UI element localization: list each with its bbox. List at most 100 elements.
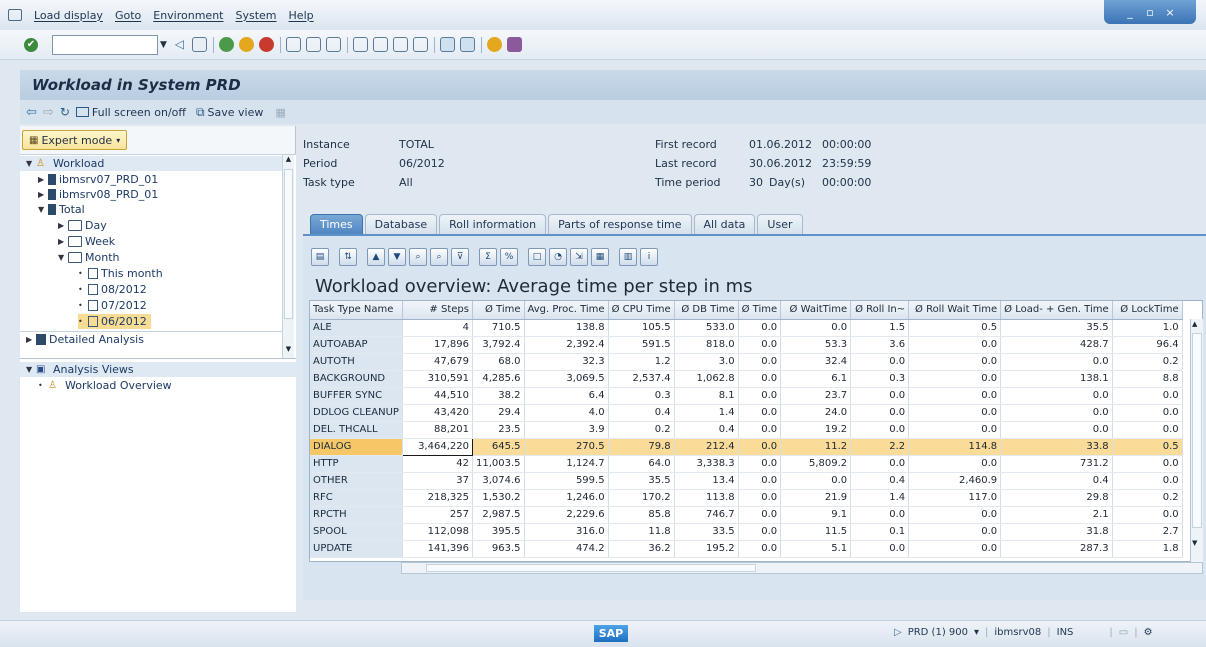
details-icon[interactable]: ▤ — [311, 248, 329, 266]
sort-ascending-icon[interactable]: ▲ — [367, 248, 385, 266]
value-cell[interactable]: 53.3 — [780, 336, 852, 354]
status-expand-icon[interactable]: ▷ — [894, 627, 902, 638]
value-cell[interactable]: 85.8 — [608, 506, 675, 524]
value-cell[interactable]: 310,591 — [402, 370, 473, 388]
value-cell[interactable]: 88,201 — [402, 421, 473, 439]
value-cell[interactable]: 11.8 — [608, 523, 675, 541]
value-cell[interactable]: 11,003.5 — [472, 455, 525, 473]
collapse-icon[interactable]: ▼ — [26, 159, 36, 168]
value-cell[interactable]: 0.4 — [674, 421, 739, 439]
tab-database[interactable]: Database — [364, 214, 438, 234]
tab-user[interactable]: User — [757, 214, 803, 234]
value-cell[interactable]: 395.5 — [472, 523, 525, 541]
value-cell[interactable]: 0.0 — [738, 455, 782, 473]
table-row[interactable]: ALE 4 710.5 138.8 105.5 533.0 0.0 0.0 1.5 0.5 35.5… — [310, 319, 1183, 337]
scroll-thumb[interactable] — [426, 564, 756, 572]
value-cell[interactable]: 4.0 — [524, 404, 609, 422]
save-icon[interactable] — [191, 37, 207, 52]
back-icon[interactable] — [218, 37, 234, 52]
value-cell[interactable]: 0.0 — [850, 506, 910, 524]
value-cell[interactable]: 141,396 — [402, 540, 473, 558]
value-cell[interactable]: 0.0 — [738, 404, 782, 422]
value-cell[interactable]: 0.2 — [1112, 489, 1183, 507]
shortcut-icon[interactable] — [459, 37, 475, 52]
expand-icon[interactable]: ▶ — [38, 190, 48, 199]
sort-descending-icon[interactable]: ▼ — [388, 248, 406, 266]
find-next-icon[interactable]: ⌕ — [430, 248, 448, 266]
tree-node-total[interactable]: ▼ Total — [38, 202, 85, 217]
value-cell[interactable]: 35.5 — [608, 472, 675, 490]
value-cell[interactable]: 4,285.6 — [472, 370, 525, 388]
value-cell[interactable]: 23.5 — [472, 421, 525, 439]
value-cell[interactable]: 963.5 — [472, 540, 525, 558]
value-cell[interactable]: 0.0 — [738, 421, 782, 439]
tree-node-07-2012[interactable]: • 07/2012 — [78, 298, 147, 313]
value-cell[interactable]: 0.0 — [738, 336, 782, 354]
value-cell[interactable]: 0.0 — [908, 421, 1002, 439]
arrow-left-icon[interactable]: ⇦ — [26, 105, 37, 120]
value-cell[interactable]: 3.6 — [850, 336, 910, 354]
value-cell[interactable]: 0.5 — [1112, 438, 1183, 456]
tree-node-workload-overview[interactable]: • ♙ Workload Overview — [38, 378, 172, 393]
tree-node-day[interactable]: ▶ Day — [58, 218, 107, 233]
table-row[interactable]: RPCTH 257 2,987.5 2,229.6 85.8 746.7 0.0 9.1 0.0… — [310, 506, 1183, 524]
value-cell[interactable]: 2,229.6 — [524, 506, 609, 524]
value-cell[interactable]: 0.0 — [908, 404, 1002, 422]
value-cell[interactable]: 32.3 — [524, 353, 609, 371]
table-row[interactable]: AUTOABAP 17,896 3,792.4 2,392.4 591.5 818.0 0.… — [310, 336, 1183, 354]
value-cell[interactable]: 0.0 — [908, 540, 1002, 558]
value-cell[interactable]: 0.0 — [1000, 387, 1113, 405]
tree-node-detailed-analysis[interactable]: ▶ Detailed Analysis — [20, 331, 282, 346]
tab-parts-of-response-time[interactable]: Parts of response time — [548, 214, 692, 234]
value-cell[interactable]: 3,069.5 — [524, 370, 609, 388]
value-cell[interactable]: 138.1 — [1000, 370, 1113, 388]
column-header[interactable]: Ø CPU Time — [608, 301, 675, 320]
value-cell[interactable]: 170.2 — [608, 489, 675, 507]
value-cell[interactable]: 0.0 — [908, 370, 1002, 388]
save-view-button[interactable]: ⧉ Save view — [196, 105, 263, 120]
command-field[interactable] — [52, 34, 158, 55]
find-next-icon[interactable] — [325, 37, 341, 52]
table-row[interactable]: OTHER 37 3,074.6 599.5 35.5 13.4 0.0 0.0 0.4 2,46… — [310, 472, 1183, 490]
value-cell[interactable]: 68.0 — [472, 353, 525, 371]
enter-icon[interactable]: ✔ — [24, 37, 38, 52]
menu-help[interactable]: Help — [289, 9, 314, 22]
task-type-cell[interactable]: RFC — [310, 489, 403, 507]
value-cell[interactable]: 0.0 — [1000, 353, 1113, 371]
value-cell[interactable]: 2.1 — [1000, 506, 1113, 524]
task-type-cell[interactable]: AUTOABAP — [310, 336, 403, 354]
value-cell[interactable]: 0.0 — [738, 506, 782, 524]
value-cell[interactable]: 37 — [402, 472, 473, 490]
task-type-cell[interactable]: RPCTH — [310, 506, 403, 524]
column-header[interactable]: Ø LockTime — [1112, 301, 1183, 320]
previous-page-icon[interactable] — [372, 37, 388, 52]
next-page-icon[interactable] — [392, 37, 408, 52]
collapse-icon[interactable]: ▼ — [58, 253, 68, 262]
value-cell[interactable]: 0.0 — [780, 472, 852, 490]
value-cell[interactable]: 5,809.2 — [780, 455, 852, 473]
value-cell[interactable]: 218,325 — [402, 489, 473, 507]
scroll-thumb[interactable] — [284, 169, 293, 319]
column-header[interactable]: # Steps — [402, 301, 473, 320]
tab-roll-information[interactable]: Roll information — [439, 214, 547, 234]
total-icon[interactable]: Σ — [479, 248, 497, 266]
task-type-cell[interactable]: UPDATE — [310, 540, 403, 558]
menu-load-display[interactable]: Load display — [34, 9, 103, 22]
collapse-icon[interactable]: ▼ — [26, 365, 36, 374]
value-cell[interactable]: 0.4 — [1000, 472, 1113, 490]
value-cell[interactable]: 8.1 — [674, 387, 739, 405]
refresh-button[interactable]: ↻ — [60, 105, 70, 119]
value-cell[interactable]: 17,896 — [402, 336, 473, 354]
value-cell[interactable]: 0.0 — [738, 489, 782, 507]
value-cell[interactable]: 731.2 — [1000, 455, 1113, 473]
value-cell[interactable]: 1.5 — [850, 319, 910, 337]
value-cell[interactable]: 3,074.6 — [472, 472, 525, 490]
information-icon[interactable]: i — [640, 248, 658, 266]
value-cell[interactable]: 43,420 — [402, 404, 473, 422]
scroll-up-icon[interactable]: ▲ — [283, 155, 294, 167]
command-dropdown-icon[interactable]: ▼ — [160, 40, 167, 50]
value-cell[interactable]: 6.4 — [524, 387, 609, 405]
tree-node-ibmsrv07[interactable]: ▶ ibmsrv07_PRD_01 — [38, 172, 158, 187]
value-cell[interactable]: 2,537.4 — [608, 370, 675, 388]
value-cell[interactable]: 3.9 — [524, 421, 609, 439]
